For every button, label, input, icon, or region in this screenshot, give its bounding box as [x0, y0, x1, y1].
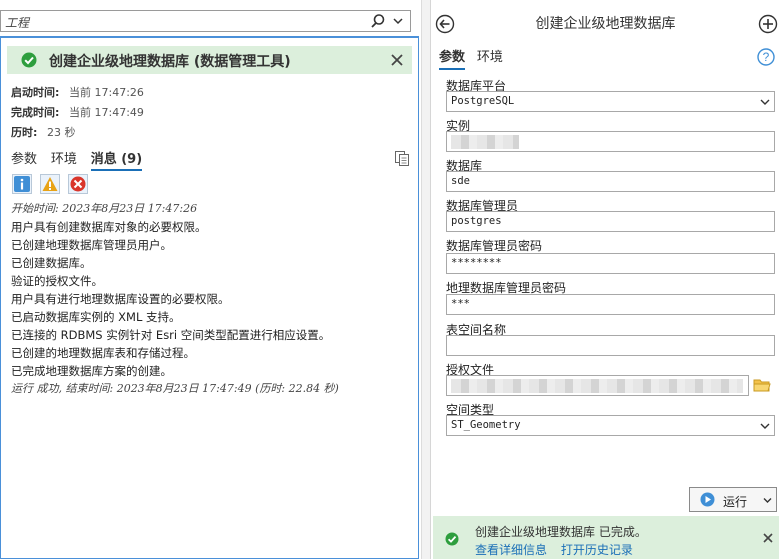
open-history-link[interactable]: 打开历史记录 [561, 543, 633, 557]
end-time-row: 完成时间: 当前 17:47:49 [11, 104, 144, 120]
param-value: PostgreSQL [451, 95, 515, 107]
history-search-input[interactable]: 工程 [0, 10, 411, 32]
search-icon[interactable] [370, 13, 386, 29]
chevron-down-icon [760, 99, 770, 105]
authorization-file-field[interactable] [446, 375, 749, 396]
geoprocessing-pane: 创建企业级地理数据库 参数 环境 ? 数据库平台 PostgreSQL 实例 数… [430, 0, 779, 559]
search-value: 工程 [5, 16, 30, 30]
redacted-value [451, 135, 519, 149]
status-message: 创建企业级地理数据库 已完成。 [475, 525, 647, 539]
view-details-link[interactable]: 查看详细信息 [475, 543, 547, 557]
warning-icon [42, 177, 58, 191]
tab-parameters[interactable]: 参数 [439, 50, 466, 70]
instance-field[interactable] [446, 131, 775, 152]
start-time-value: 当前 17:47:26 [69, 86, 144, 99]
message-line: 已启动数据库实例的 XML 支持。 [11, 310, 181, 324]
param-value: ******** [451, 257, 502, 269]
run-button[interactable]: 运行 [689, 487, 777, 512]
tab-parameters[interactable]: 参数 [11, 152, 37, 167]
spatial-type-select[interactable]: ST_Geometry [446, 415, 775, 436]
message-line: 已完成地理数据库方案的创建。 [11, 364, 172, 378]
run-button-label: 运行 [723, 495, 748, 509]
message-line: 运行 成功, 结束时间: 2023年8月23日 17:47:49 (历时: 22… [11, 382, 339, 395]
redacted-value [451, 379, 743, 393]
param-label-db-admin-password: 数据库管理员密码 [446, 239, 543, 253]
chevron-down-icon[interactable] [392, 15, 404, 27]
message-list: 开始时间: 2023年8月23日 17:47:26 用户具有创建数据库对象的必要… [11, 200, 411, 398]
gdb-admin-password-field[interactable]: *** [446, 294, 775, 315]
elapsed-row: 历时: 23 秒 [11, 124, 76, 140]
message-line: 已创建的地理数据库表和存储过程。 [11, 346, 195, 360]
help-icon[interactable]: ? [757, 48, 775, 66]
db-admin-password-field[interactable]: ******** [446, 253, 775, 274]
end-time-label: 完成时间: [11, 106, 60, 119]
success-check-icon [21, 52, 37, 68]
param-value: *** [451, 298, 470, 310]
close-icon[interactable] [390, 53, 404, 67]
warning-filter-button[interactable] [39, 174, 60, 194]
play-icon [700, 492, 715, 507]
tab-environments[interactable]: 环境 [477, 50, 503, 65]
popup-tabs: 参数 环境 消息 (9) [11, 148, 152, 171]
copy-icon[interactable] [394, 150, 410, 166]
message-filters [12, 174, 92, 194]
start-time-label: 启动时间: [11, 86, 60, 99]
success-check-icon [445, 532, 459, 546]
tool-result-popup: 创建企业级地理数据库 (数据管理工具) 启动时间: 当前 17:47:26 完成时… [0, 36, 419, 559]
tab-messages[interactable]: 消息 (9) [90, 152, 143, 171]
popup-title: 创建企业级地理数据库 (数据管理工具) [49, 54, 291, 70]
end-time-value: 当前 17:47:49 [69, 106, 144, 119]
database-field[interactable]: sde [446, 171, 775, 192]
chevron-down-icon[interactable] [763, 496, 772, 505]
error-icon [70, 176, 86, 192]
message-line: 用户具有创建数据库对象的必要权限。 [11, 220, 207, 234]
close-icon[interactable] [762, 532, 774, 544]
message-line: 已创建地理数据库管理员用户。 [11, 238, 172, 252]
svg-text:?: ? [763, 50, 770, 64]
message-line: 开始时间: 2023年8月23日 17:47:26 [11, 202, 198, 215]
gp-tabs: 参数 环境 [439, 46, 511, 70]
db-admin-field[interactable]: postgres [446, 211, 775, 232]
chevron-down-icon [760, 423, 770, 429]
gp-header: 创建企业级地理数据库 [431, 8, 779, 38]
database-platform-select[interactable]: PostgreSQL [446, 91, 775, 112]
message-line: 已创建数据库。 [11, 256, 92, 270]
status-links: 查看详细信息 打开历史记录 [475, 541, 643, 558]
tablespace-field[interactable] [446, 335, 775, 356]
error-filter-button[interactable] [67, 174, 88, 194]
message-line: 已连接的 RDBMS 实例针对 Esri 空间类型配置进行相应设置。 [11, 328, 331, 342]
popup-header: 创建企业级地理数据库 (数据管理工具) [7, 46, 412, 74]
info-filter-button[interactable] [12, 174, 32, 194]
add-icon[interactable] [758, 14, 778, 34]
folder-icon[interactable] [753, 378, 771, 392]
gp-tool-title: 创建企业级地理数据库 [535, 16, 676, 32]
elapsed-label: 历时: [11, 126, 38, 139]
message-line: 用户具有进行地理数据库设置的必要权限。 [11, 292, 230, 306]
elapsed-value: 23 秒 [47, 126, 76, 139]
param-value: ST_Geometry [451, 419, 521, 431]
message-line: 验证的授权文件。 [11, 274, 103, 288]
info-icon [14, 176, 30, 192]
tab-environments[interactable]: 环境 [51, 152, 77, 167]
start-time-row: 启动时间: 当前 17:47:26 [11, 84, 144, 100]
completion-status-bar: 创建企业级地理数据库 已完成。 查看详细信息 打开历史记录 [433, 516, 779, 559]
pane-splitter[interactable] [421, 0, 430, 559]
history-pane: 工程 创建企业级地理数据库 (数据管理工具) 启动时间: 当前 17:47:26 … [0, 0, 421, 559]
param-value: postgres [451, 215, 502, 227]
param-value: sde [451, 175, 470, 187]
